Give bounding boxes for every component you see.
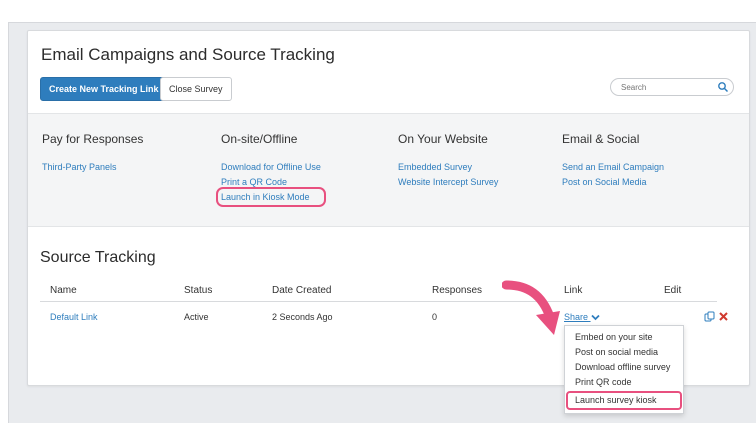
date-created-cell: 2 Seconds Ago <box>272 312 333 322</box>
method-column-email-social: Email & Social Send an Email Campaign Po… <box>562 132 664 192</box>
page-title: Email Campaigns and Source Tracking <box>41 45 335 64</box>
menu-item-print-qr[interactable]: Print QR code <box>565 375 683 390</box>
method-heading: On-site/Offline <box>221 132 298 146</box>
post-social-link[interactable]: Post on Social Media <box>562 177 664 187</box>
table-header-divider <box>40 301 717 302</box>
pointer-arrow-icon <box>502 280 560 335</box>
menu-item-embed[interactable]: Embed on your site <box>565 330 683 345</box>
distribution-methods-panel: Pay for Responses Third-Party Panels On-… <box>28 113 749 227</box>
status-cell: Active <box>184 312 209 322</box>
share-dropdown-toggle[interactable]: Share <box>564 312 600 322</box>
third-party-panels-link[interactable]: Third-Party Panels <box>42 162 143 172</box>
create-tracking-link-button[interactable]: Create New Tracking Link <box>40 77 168 101</box>
chevron-down-icon <box>590 314 600 321</box>
left-frame-edge <box>0 0 9 423</box>
website-intercept-link[interactable]: Website Intercept Survey <box>398 177 498 187</box>
share-label: Share <box>564 312 589 322</box>
copy-icon[interactable] <box>704 311 715 322</box>
column-header-name: Name <box>50 285 77 296</box>
column-header-responses: Responses <box>432 285 483 296</box>
embedded-survey-link[interactable]: Embedded Survey <box>398 162 498 172</box>
column-header-date-created: Date Created <box>272 285 332 296</box>
method-heading: Email & Social <box>562 132 640 146</box>
delete-icon[interactable] <box>718 311 729 322</box>
method-column-pay: Pay for Responses Third-Party Panels <box>42 132 143 177</box>
survey-distribute-card: Email Campaigns and Source Tracking Crea… <box>27 30 750 414</box>
column-header-status: Status <box>184 285 213 296</box>
column-header-link: Link <box>564 285 583 296</box>
search-box <box>610 78 734 96</box>
menu-item-download-offline[interactable]: Download offline survey <box>565 360 683 375</box>
column-header-edit: Edit <box>664 285 682 296</box>
method-heading: On Your Website <box>398 132 488 146</box>
close-survey-button[interactable]: Close Survey <box>160 77 232 101</box>
send-email-campaign-link[interactable]: Send an Email Campaign <box>562 162 664 172</box>
method-column-website: On Your Website Embedded Survey Website … <box>398 132 498 192</box>
share-menu: Embed on your site Post on social media … <box>564 325 684 414</box>
responses-cell: 0 <box>432 312 438 322</box>
method-heading: Pay for Responses <box>42 132 144 146</box>
print-qr-link[interactable]: Print a QR Code <box>221 177 321 187</box>
top-frame-strip <box>8 0 756 23</box>
source-tracking-title: Source Tracking <box>40 249 156 266</box>
search-input[interactable] <box>621 81 713 93</box>
search-icon[interactable] <box>717 81 729 93</box>
launch-kiosk-link[interactable]: Launch in Kiosk Mode <box>216 187 326 207</box>
link-name-default[interactable]: Default Link <box>50 312 98 322</box>
menu-item-post-social[interactable]: Post on social media <box>565 345 683 360</box>
menu-item-launch-kiosk[interactable]: Launch survey kiosk <box>566 391 682 410</box>
method-column-onsite: On-site/Offline Download for Offline Use… <box>216 132 326 207</box>
download-offline-link[interactable]: Download for Offline Use <box>221 162 321 172</box>
